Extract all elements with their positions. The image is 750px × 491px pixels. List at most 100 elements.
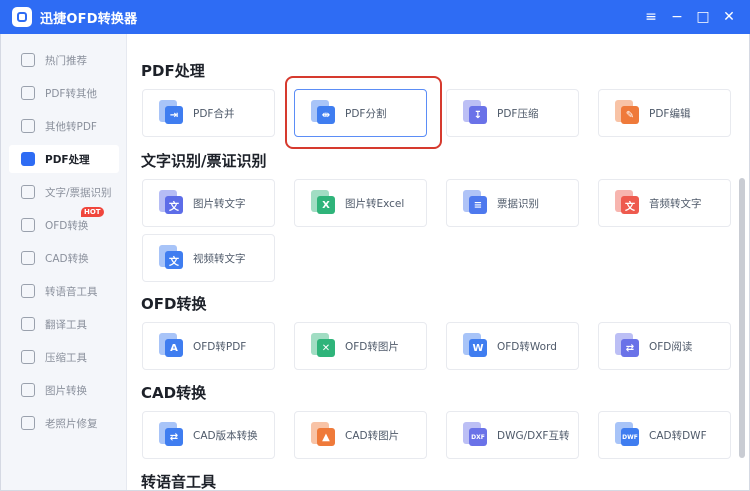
tool-card-label: DWG/DXF互转 <box>497 429 570 442</box>
image-to-excel-icon: X <box>311 190 337 216</box>
menu-icon[interactable]: ≡ <box>638 0 664 34</box>
ofd-to-image-icon: ✕ <box>311 333 337 359</box>
tool-card-label: 图片转Excel <box>345 197 405 210</box>
to-pdf-icon <box>21 119 35 133</box>
tool-card[interactable]: W OFD转Word <box>446 322 579 370</box>
tool-card[interactable]: X 图片转Excel <box>294 179 427 227</box>
section-title: OFD转换 <box>141 295 207 313</box>
sidebar: 热门推荐 PDF转其他 其他转PDF PDF处理 文字/票据识别 OFD转换 H… <box>1 34 127 490</box>
sidebar-item-label: 其他转PDF <box>45 120 97 133</box>
pdf-merge-icon: ⇥ <box>159 100 185 126</box>
tool-card[interactable]: 文视频转文字 <box>142 234 275 282</box>
image-to-text-icon: 文 <box>159 190 185 216</box>
window-controls: ≡ − □ ✕ <box>638 0 742 34</box>
tool-card[interactable]: 文音频转文字 <box>598 179 731 227</box>
ofd-convert-icon <box>21 218 35 232</box>
tool-card[interactable]: ▲ CAD转图片 <box>294 411 427 459</box>
app-title: 迅捷OFD转换器 <box>40 11 138 27</box>
photo-restore-icon <box>21 416 35 430</box>
sidebar-item-label: 热门推荐 <box>45 54 87 67</box>
tool-card-label: OFD转图片 <box>345 340 399 353</box>
pdf-edit-icon: ✎ <box>615 100 641 126</box>
tool-card[interactable]: A OFD转PDF <box>142 322 275 370</box>
close-icon[interactable]: ✕ <box>716 0 742 34</box>
sidebar-item-cad-convert[interactable]: CAD转换 <box>9 244 119 272</box>
section-title: CAD转换 <box>141 384 207 402</box>
translate-icon <box>21 317 35 331</box>
sidebar-item-other-to-pdf[interactable]: 其他转PDF <box>9 112 119 140</box>
sidebar-item-label: 文字/票据识别 <box>45 186 112 199</box>
tool-card[interactable]: ≡ 票据识别 <box>446 179 579 227</box>
tool-card-label: CAD转图片 <box>345 429 400 442</box>
section-title: PDF处理 <box>141 62 205 80</box>
cad-version-icon: ⇄ <box>159 422 185 448</box>
sidebar-item-image-convert[interactable]: 图片转换 <box>9 376 119 404</box>
sidebar-item-label: OFD转换 <box>45 219 89 232</box>
cad-convert-icon <box>21 251 35 265</box>
pdf-compress-icon: ↧ <box>463 100 489 126</box>
ofd-read-icon: ⇄ <box>615 333 641 359</box>
sidebar-item-translate[interactable]: 翻译工具 <box>9 310 119 338</box>
cad-to-image-icon: ▲ <box>311 422 337 448</box>
tool-card-label: OFD转PDF <box>193 340 247 353</box>
pdf-process-icon <box>21 152 35 166</box>
cad-to-dwf-icon: DWF <box>615 422 641 448</box>
sidebar-item-pdf-process[interactable]: PDF处理 <box>9 145 119 173</box>
sidebar-item-label: 翻译工具 <box>45 318 87 331</box>
app-logo-icon <box>12 7 32 27</box>
sidebar-item-label: 压缩工具 <box>45 351 87 364</box>
tool-card-label: 图片转文字 <box>193 197 246 210</box>
thumbs-up-icon <box>21 53 35 67</box>
maximize-icon[interactable]: □ <box>690 0 716 34</box>
receipt-recognition-icon: ≡ <box>463 190 489 216</box>
audio-tool-icon <box>21 284 35 298</box>
tool-card-label: PDF压缩 <box>497 107 539 120</box>
section-title: 转语音工具 <box>141 473 217 490</box>
tool-card-label: OFD阅读 <box>649 340 693 353</box>
sidebar-item-compress[interactable]: 压缩工具 <box>9 343 119 371</box>
tool-card-label: 视频转文字 <box>193 252 246 265</box>
tool-card[interactable]: DWF CAD转DWF <box>598 411 731 459</box>
hot-badge: HOT <box>81 207 104 217</box>
tool-card-label: PDF合并 <box>193 107 235 120</box>
sidebar-item-label: CAD转换 <box>45 252 89 265</box>
tool-card-label: PDF编辑 <box>649 107 691 120</box>
scrollbar-thumb[interactable] <box>739 178 745 458</box>
sidebar-item-label: 老照片修复 <box>45 417 98 430</box>
sidebar-item-photo-restore[interactable]: 老照片修复 <box>9 409 119 437</box>
pdf-convert-icon <box>21 86 35 100</box>
tool-card-label: CAD版本转换 <box>193 429 258 442</box>
sidebar-item-audio-tool[interactable]: 转语音工具 <box>9 277 119 305</box>
tool-card[interactable]: ✕ OFD转图片 <box>294 322 427 370</box>
dwg-dxf-icon: DXF <box>463 422 489 448</box>
sidebar-item-label: PDF转其他 <box>45 87 97 100</box>
sidebar-item-label: 转语音工具 <box>45 285 98 298</box>
sidebar-item-text-recognition[interactable]: 文字/票据识别 <box>9 178 119 206</box>
tool-card[interactable]: ⇥ PDF合并 <box>142 89 275 137</box>
selection-highlight <box>285 76 442 149</box>
tool-card[interactable]: DXF DWG/DXF互转 <box>446 411 579 459</box>
sidebar-item-pdf-to-other[interactable]: PDF转其他 <box>9 79 119 107</box>
video-to-text-icon: 文 <box>159 245 185 271</box>
minimize-icon[interactable]: − <box>664 0 690 34</box>
tool-card-label: CAD转DWF <box>649 429 707 442</box>
sidebar-item-ofd-convert[interactable]: OFD转换 HOT <box>9 207 119 239</box>
text-recognition-icon <box>21 185 35 199</box>
tool-card-label: OFD转Word <box>497 340 557 353</box>
title-bar: 迅捷OFD转换器 ≡ − □ ✕ <box>0 0 750 34</box>
tool-card[interactable]: ⇄ CAD版本转换 <box>142 411 275 459</box>
tool-card-label: 音频转文字 <box>649 197 702 210</box>
sidebar-item-hot-recommend[interactable]: 热门推荐 <box>9 46 119 74</box>
sidebar-item-label: PDF处理 <box>45 153 90 166</box>
tool-card[interactable]: 文图片转文字 <box>142 179 275 227</box>
sidebar-item-label: 图片转换 <box>45 384 87 397</box>
image-convert-icon <box>21 383 35 397</box>
section-title: 文字识别/票证识别 <box>141 152 267 170</box>
tool-card[interactable]: ✎ PDF编辑 <box>598 89 731 137</box>
tool-card-label: 票据识别 <box>497 197 539 210</box>
tool-card[interactable]: ⇄ OFD阅读 <box>598 322 731 370</box>
ofd-to-word-icon: W <box>463 333 489 359</box>
ofd-to-pdf-icon: A <box>159 333 185 359</box>
audio-to-text-icon: 文 <box>615 190 641 216</box>
tool-card[interactable]: ↧ PDF压缩 <box>446 89 579 137</box>
